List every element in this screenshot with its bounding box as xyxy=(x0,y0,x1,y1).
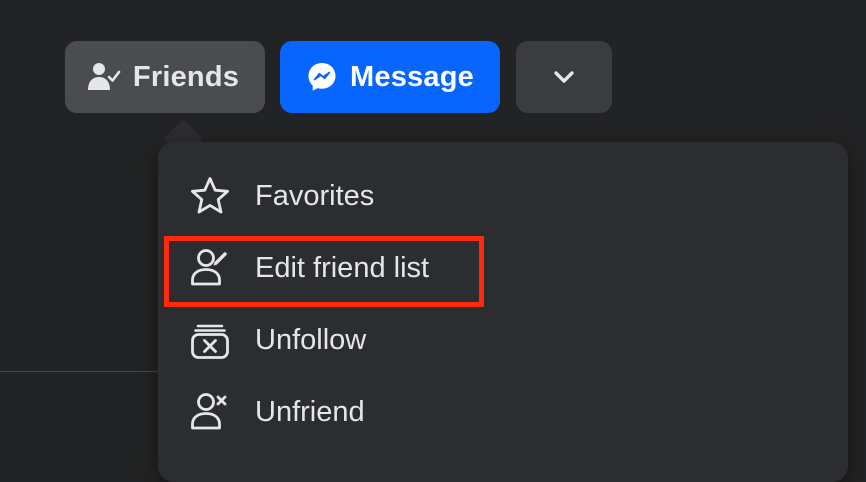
unfollow-icon xyxy=(188,318,232,362)
menu-item-label: Unfollow xyxy=(255,323,367,356)
star-icon xyxy=(188,174,232,218)
message-button-label: Message xyxy=(350,60,474,93)
friends-dropdown-menu: Favorites Edit friend list Unfollow Unfr… xyxy=(158,142,848,482)
menu-item-unfriend[interactable]: Unfriend xyxy=(158,376,848,448)
page-divider xyxy=(0,371,170,372)
messenger-icon xyxy=(306,61,338,93)
chevron-down-icon xyxy=(553,70,575,84)
menu-item-label: Unfriend xyxy=(255,395,365,428)
menu-item-label: Favorites xyxy=(255,179,375,212)
person-remove-icon xyxy=(188,390,232,434)
menu-item-favorites[interactable]: Favorites xyxy=(158,160,848,232)
highlight-annotation-box xyxy=(164,236,484,307)
message-button[interactable]: Message xyxy=(280,41,500,113)
more-options-button[interactable] xyxy=(516,41,612,113)
menu-item-unfollow[interactable]: Unfollow xyxy=(158,304,848,376)
person-check-icon xyxy=(87,60,121,94)
friends-button[interactable]: Friends xyxy=(65,41,265,113)
friends-button-label: Friends xyxy=(132,60,240,93)
